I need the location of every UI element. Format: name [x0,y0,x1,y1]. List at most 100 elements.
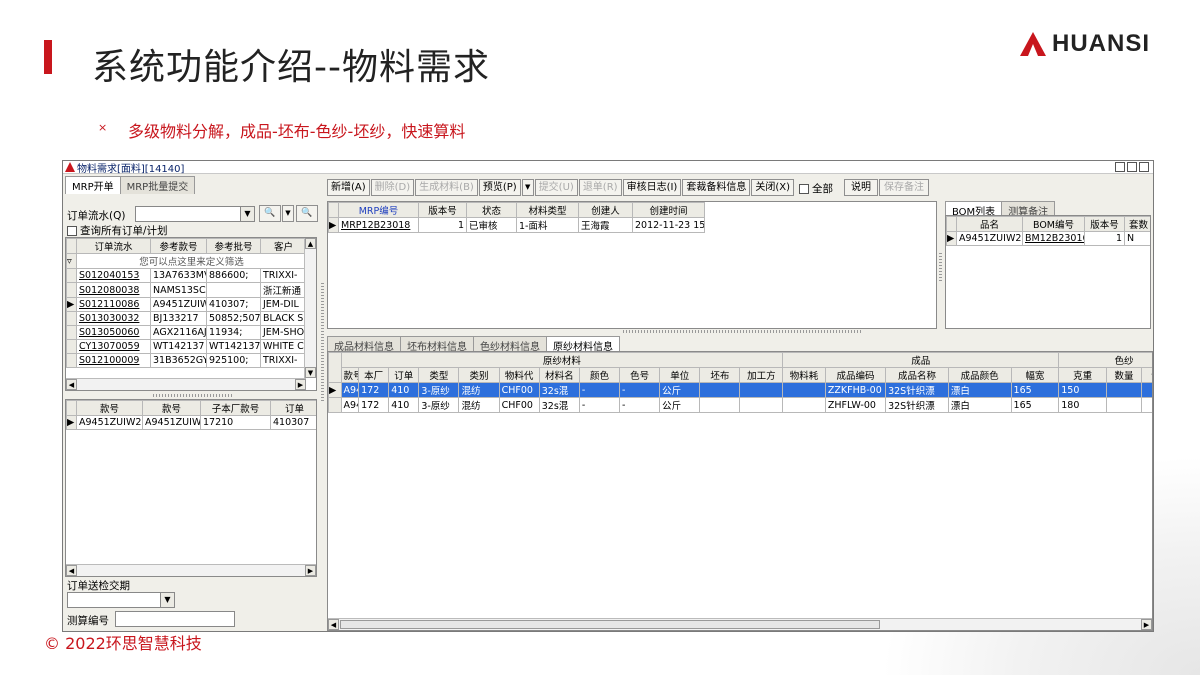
scroll-thumb[interactable] [340,620,880,629]
scroll-right-icon[interactable]: ▶ [1141,619,1152,630]
col-creator[interactable]: 创建人 [578,202,633,218]
order-cell[interactable]: S013030032 [76,311,151,326]
bom-number-cell[interactable]: BM12B23016 [1022,231,1085,246]
col-material-10[interactable]: 坯布 [699,367,741,383]
col-created-time[interactable]: 创建时间 [632,202,705,218]
col-material-15[interactable]: 成品颜色 [947,367,1012,383]
minimize-icon[interactable] [1115,162,1125,172]
search-dropdown-icon[interactable]: ▼ [282,205,294,222]
close-button[interactable]: 关闭(X) [751,179,794,196]
col-material-19[interactable]: 色纱颜 [1141,367,1152,383]
explain-button[interactable]: 说明 [844,179,878,196]
col-sets[interactable]: 套数 [1124,216,1150,232]
scroll-left-icon[interactable]: ◀ [66,565,77,576]
col-material-16[interactable]: 幅宽 [1010,367,1060,383]
col-material-13[interactable]: 成品编码 [824,367,887,383]
col-mrp-number[interactable]: MRP编号 [338,202,419,218]
delete-button[interactable]: 删除(D) [370,179,415,196]
splitter-grip[interactable] [153,394,233,397]
scroll-left-icon[interactable]: ◀ [66,379,77,390]
tab-mrp-order[interactable]: MRP开单 [65,176,121,194]
style-hscroll[interactable]: ◀ ▶ [66,564,316,576]
col-style[interactable]: 款号 [76,400,143,416]
table-row[interactable]: ▶ MRP12B23018 1 已审核 1-面料 王海霞 2012-11-23 15 [328,217,705,233]
table-row[interactable]: S012100009 31B3652GY 925100; TRIXXI- [66,353,307,368]
col-version[interactable]: 版本号 [418,202,467,218]
col-material-1[interactable]: 本厂 [358,367,390,383]
save-note-button[interactable]: 保存备注 [879,179,929,196]
col-order[interactable]: 订单 [270,400,316,416]
table-row[interactable]: ▶A941724103-原纱混纺CHF0032s混--公斤ZZKFHB-0032… [328,382,1152,398]
table-row[interactable]: S013030032 BJ133217 50852;507 BLACK S [66,311,307,326]
col-material-2[interactable]: 订单 [388,367,420,383]
filter-row[interactable]: 您可以点这里来定义筛选 [76,253,307,269]
col-material-6[interactable]: 材料名 [538,367,580,383]
return-button[interactable]: 退单(R) [578,179,622,196]
col-material-3[interactable]: 类型 [418,367,460,383]
binoculars-icon[interactable]: 🔍 [259,205,281,222]
col-material-12[interactable]: 物料耗 [782,367,826,383]
col-bom-number[interactable]: BOM编号 [1022,216,1085,232]
table-row[interactable]: S012080038 NAMS13SCA 浙江新通 [66,282,307,298]
scroll-left-icon[interactable]: ◀ [328,619,339,630]
audit-log-button[interactable]: 审核日志(I) [622,179,682,196]
scroll-right-icon[interactable]: ▶ [305,565,316,576]
calc-number-input[interactable] [115,611,235,627]
col-bom-version[interactable]: 版本号 [1084,216,1125,232]
col-sub-style[interactable]: 子本厂款号 [200,400,271,416]
splitter-grip[interactable] [623,330,863,333]
col-material-17[interactable]: 克重 [1058,367,1107,383]
table-row[interactable]: S013050060 AGX2116AJ 11934; JEM-SHO [66,325,307,340]
generate-material-button[interactable]: 生成材料(B) [415,179,478,196]
table-row[interactable]: CY13070059 WT142137 WT142137; WHITE C [66,339,307,354]
order-cell[interactable]: S012110086 [76,297,151,312]
col-material-11[interactable]: 加工方 [739,367,784,383]
col-material-18[interactable]: 数量 [1105,367,1143,383]
col-material-4[interactable]: 类别 [458,367,500,383]
order-cell[interactable]: S013050060 [76,325,151,340]
table-row[interactable]: ▶ S012110086 A9451ZUIW 410307; JEM-DIL [66,297,307,312]
table-row[interactable]: A941724103-原纱混纺CHF0032s混--公斤ZHFLW-0032S针… [328,397,1152,413]
col-material-7[interactable]: 颜色 [578,367,621,383]
col-material-9[interactable]: 单位 [659,367,701,383]
binoculars-next-icon[interactable]: 🔍 [296,205,318,222]
submit-button[interactable]: 提交(U) [534,179,578,196]
scroll-right-icon[interactable]: ▶ [295,379,306,390]
cutting-info-button[interactable]: 套裁备料信息 [682,179,751,196]
scroll-down-icon[interactable]: ▼ [305,367,316,378]
col-material-0[interactable]: 款号 [340,367,360,383]
order-cell[interactable]: CY13070059 [76,339,151,354]
mrp-number-cell[interactable]: MRP12B23018 [338,217,419,233]
col-material-5[interactable]: 物料代 [498,367,540,383]
col-ref-batch[interactable]: 参考批号 [206,238,261,254]
tab-mrp-batch[interactable]: MRP批量提交 [119,176,196,194]
col-material-14[interactable]: 成品名称 [885,367,949,383]
table-row[interactable]: ▶ A9451ZUIW23 BM12B23016 1 N [946,231,1150,246]
preview-button[interactable]: 预览(P) [478,179,521,196]
vertical-splitter-grip[interactable] [321,281,324,401]
scroll-up-icon[interactable]: ▲ [305,238,316,249]
checkbox-icon[interactable] [67,226,77,236]
query-all-checkbox[interactable]: 查询所有订单/计划 [67,223,168,238]
delivery-date-combo[interactable]: ▼ [67,592,175,608]
checkbox-icon[interactable] [799,184,809,194]
order-serial-combo[interactable]: ▼ [135,206,255,222]
col-material-8[interactable]: 色号 [619,367,661,383]
table-row[interactable]: ▶A9451ZUIW23A9451ZUIW217210410307 [66,415,316,430]
preview-dropdown-icon[interactable]: ▼ [521,179,534,196]
order-vscroll[interactable]: ▲ ▼ [304,238,316,378]
col-customer[interactable]: 客户 [260,238,307,254]
order-hscroll[interactable]: ◀ ▶ [66,378,306,390]
maximize-icon[interactable] [1127,162,1137,172]
col-order-serial[interactable]: 订单流水 [76,238,151,254]
close-icon[interactable] [1139,162,1149,172]
order-cell[interactable]: S012080038 [76,282,151,298]
filter-icon[interactable]: ▿ [66,253,77,269]
material-hscroll[interactable]: ◀ ▶ [328,618,1152,630]
vertical-splitter-grip[interactable] [939,251,942,281]
col-status[interactable]: 状态 [466,202,517,218]
col-ref-style[interactable]: 参考款号 [150,238,207,254]
add-button[interactable]: 新增(A) [327,179,370,196]
col-product-name[interactable]: 品名 [956,216,1023,232]
chevron-down-icon[interactable]: ▼ [240,207,254,221]
